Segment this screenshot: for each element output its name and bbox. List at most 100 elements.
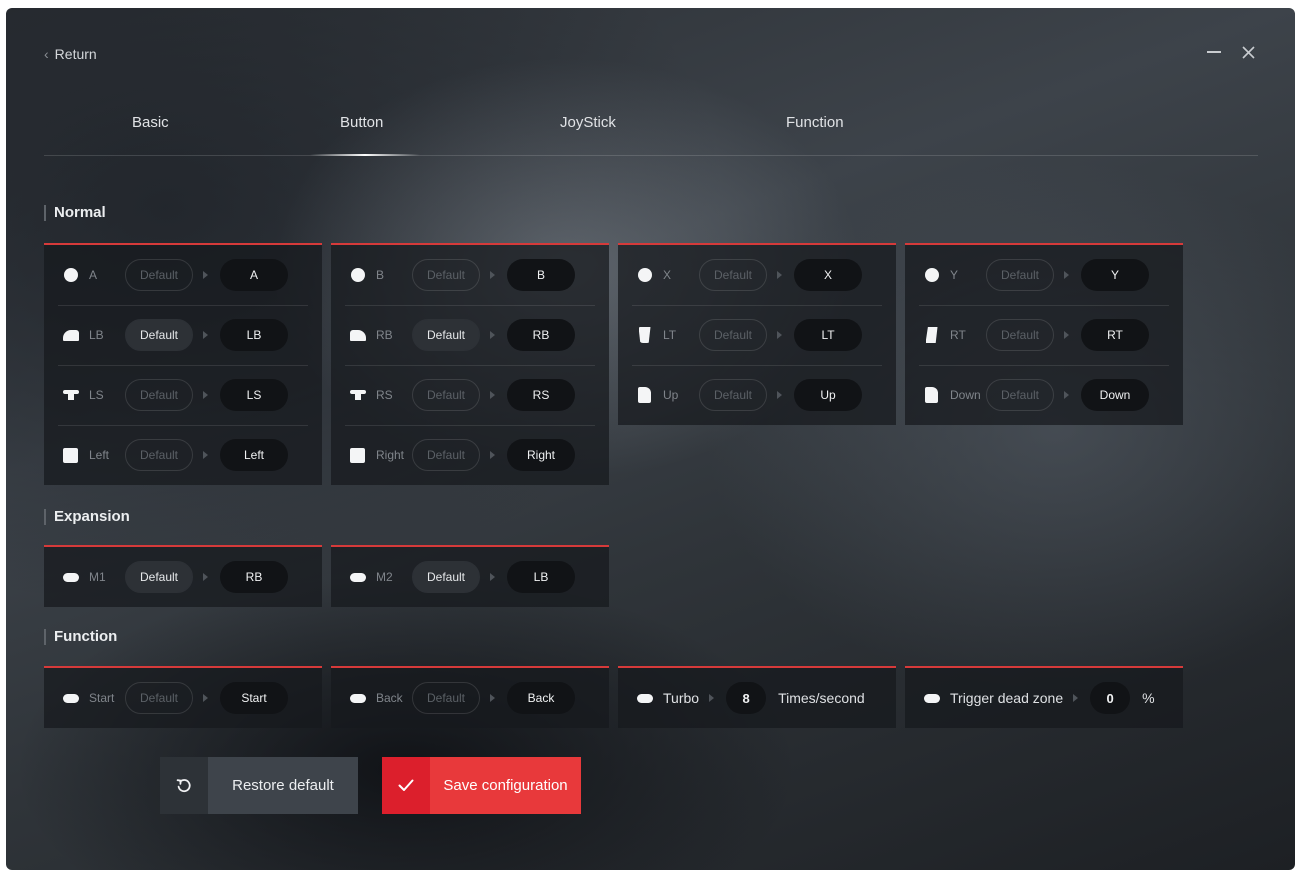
mapped-key-button[interactable]: Down <box>1081 379 1149 411</box>
default-button[interactable]: Default <box>125 319 193 351</box>
right-bumper-icon <box>349 328 366 343</box>
turbo-icon <box>636 691 653 706</box>
button-row-x: X Default X <box>618 245 896 305</box>
normal-card-4: Y Default Y RT Default RT Down Default D… <box>905 243 1183 425</box>
minimize-icon <box>1207 51 1221 53</box>
return-button[interactable]: ‹ Return <box>44 46 97 62</box>
button-row-m2: M2 Default LB <box>331 547 609 607</box>
button-name: Down <box>950 388 981 402</box>
mapped-key-button[interactable]: A <box>220 259 288 291</box>
tab-function[interactable]: Function <box>786 114 844 131</box>
default-button[interactable]: Default <box>699 379 767 411</box>
arrow-right-icon <box>203 573 208 581</box>
turbo-label: Turbo <box>663 690 700 706</box>
default-button[interactable]: Default <box>125 439 193 471</box>
function-card-start: Start Default Start <box>44 666 322 728</box>
section-title-expansion: Expansion <box>44 508 130 525</box>
default-button[interactable]: Default <box>986 259 1054 291</box>
arrow-right-icon <box>777 391 782 399</box>
button-row-ls: LS Default LS <box>44 365 322 425</box>
restore-icon <box>160 757 208 814</box>
button-row-y: Y Default Y <box>905 245 1183 305</box>
close-button[interactable] <box>1236 40 1260 64</box>
normal-card-1: A Default A LB Default LB LS Default LS … <box>44 243 322 485</box>
default-button[interactable]: Default <box>412 259 480 291</box>
mapped-key-button[interactable]: Back <box>507 682 575 714</box>
tab-joystick[interactable]: JoyStick <box>560 114 616 131</box>
button-name: Back <box>376 691 403 705</box>
arrow-right-icon <box>203 694 208 702</box>
default-button[interactable]: Default <box>412 319 480 351</box>
close-icon <box>1241 45 1255 59</box>
button-name: Start <box>89 691 115 705</box>
save-configuration-button[interactable]: Save configuration <box>382 757 581 814</box>
mapped-key-button[interactable]: LB <box>507 561 575 593</box>
tab-basic[interactable]: Basic <box>132 114 169 131</box>
default-button[interactable]: Default <box>986 379 1054 411</box>
mapped-key-button[interactable]: X <box>794 259 862 291</box>
button-row-lb: LB Default LB <box>44 305 322 365</box>
default-button[interactable]: Default <box>125 682 193 714</box>
default-button[interactable]: Default <box>699 259 767 291</box>
mapped-key-button[interactable]: LT <box>794 319 862 351</box>
minimize-button[interactable] <box>1202 40 1226 64</box>
mapped-key-button[interactable]: RB <box>507 319 575 351</box>
tab-bar: Basic Button JoyStick Function <box>44 108 1258 156</box>
left-bumper-icon <box>62 328 79 343</box>
restore-default-button[interactable]: Restore default <box>160 757 358 814</box>
button-row-rs: RS Default RS <box>331 365 609 425</box>
dpad-left-icon <box>62 447 79 463</box>
mapped-key-button[interactable]: LB <box>220 319 288 351</box>
arrow-right-icon <box>490 271 495 279</box>
button-name: Up <box>663 388 679 402</box>
button-row-rb: RB Default RB <box>331 305 609 365</box>
button-name: LB <box>89 328 104 342</box>
default-button[interactable]: Default <box>412 682 480 714</box>
paddle-icon <box>349 570 366 585</box>
button-name: M1 <box>89 570 106 584</box>
trigger-icon <box>923 691 940 706</box>
face-button-icon <box>636 268 653 283</box>
dead-zone-row: Trigger dead zone 0 % <box>905 668 1183 728</box>
mapped-key-button[interactable]: B <box>507 259 575 291</box>
arrow-right-icon <box>1064 331 1069 339</box>
mapped-key-button[interactable]: Up <box>794 379 862 411</box>
mapped-key-button[interactable]: RB <box>220 561 288 593</box>
default-button[interactable]: Default <box>412 379 480 411</box>
button-row-lt: LT Default LT <box>618 305 896 365</box>
dpad-right-icon <box>349 447 366 463</box>
default-button[interactable]: Default <box>125 561 193 593</box>
default-button[interactable]: Default <box>699 319 767 351</box>
tab-button[interactable]: Button <box>309 114 421 156</box>
mapped-key-button[interactable]: Left <box>220 439 288 471</box>
arrow-right-icon <box>1064 391 1069 399</box>
default-button[interactable]: Default <box>125 259 193 291</box>
mapped-key-button[interactable]: Right <box>507 439 575 471</box>
left-stick-icon <box>62 388 79 403</box>
dpad-down-icon <box>923 387 940 403</box>
arrow-right-icon <box>490 694 495 702</box>
default-button[interactable]: Default <box>412 561 480 593</box>
default-button[interactable]: Default <box>986 319 1054 351</box>
button-row-a: A Default A <box>44 245 322 305</box>
button-row-right: Right Default Right <box>331 425 609 485</box>
button-name: Y <box>950 268 959 282</box>
section-title-normal: Normal <box>44 204 106 221</box>
button-name: Left <box>89 448 110 462</box>
mapped-key-button[interactable]: Y <box>1081 259 1149 291</box>
button-row-up: Up Default Up <box>618 365 896 425</box>
button-row-back: Back Default Back <box>331 668 609 728</box>
normal-card-3: X Default X LT Default LT Up Default Up <box>618 243 896 425</box>
button-name: B <box>376 268 385 282</box>
dead-zone-input[interactable]: 0 <box>1090 682 1131 714</box>
turbo-rate-input[interactable]: 8 <box>726 682 767 714</box>
dead-zone-unit: % <box>1142 690 1155 706</box>
expansion-card-m1: M1 Default RB <box>44 545 322 607</box>
mapped-key-button[interactable]: RS <box>507 379 575 411</box>
function-card-back: Back Default Back <box>331 666 609 728</box>
mapped-key-button[interactable]: LS <box>220 379 288 411</box>
default-button[interactable]: Default <box>125 379 193 411</box>
mapped-key-button[interactable]: Start <box>220 682 288 714</box>
default-button[interactable]: Default <box>412 439 480 471</box>
mapped-key-button[interactable]: RT <box>1081 319 1149 351</box>
